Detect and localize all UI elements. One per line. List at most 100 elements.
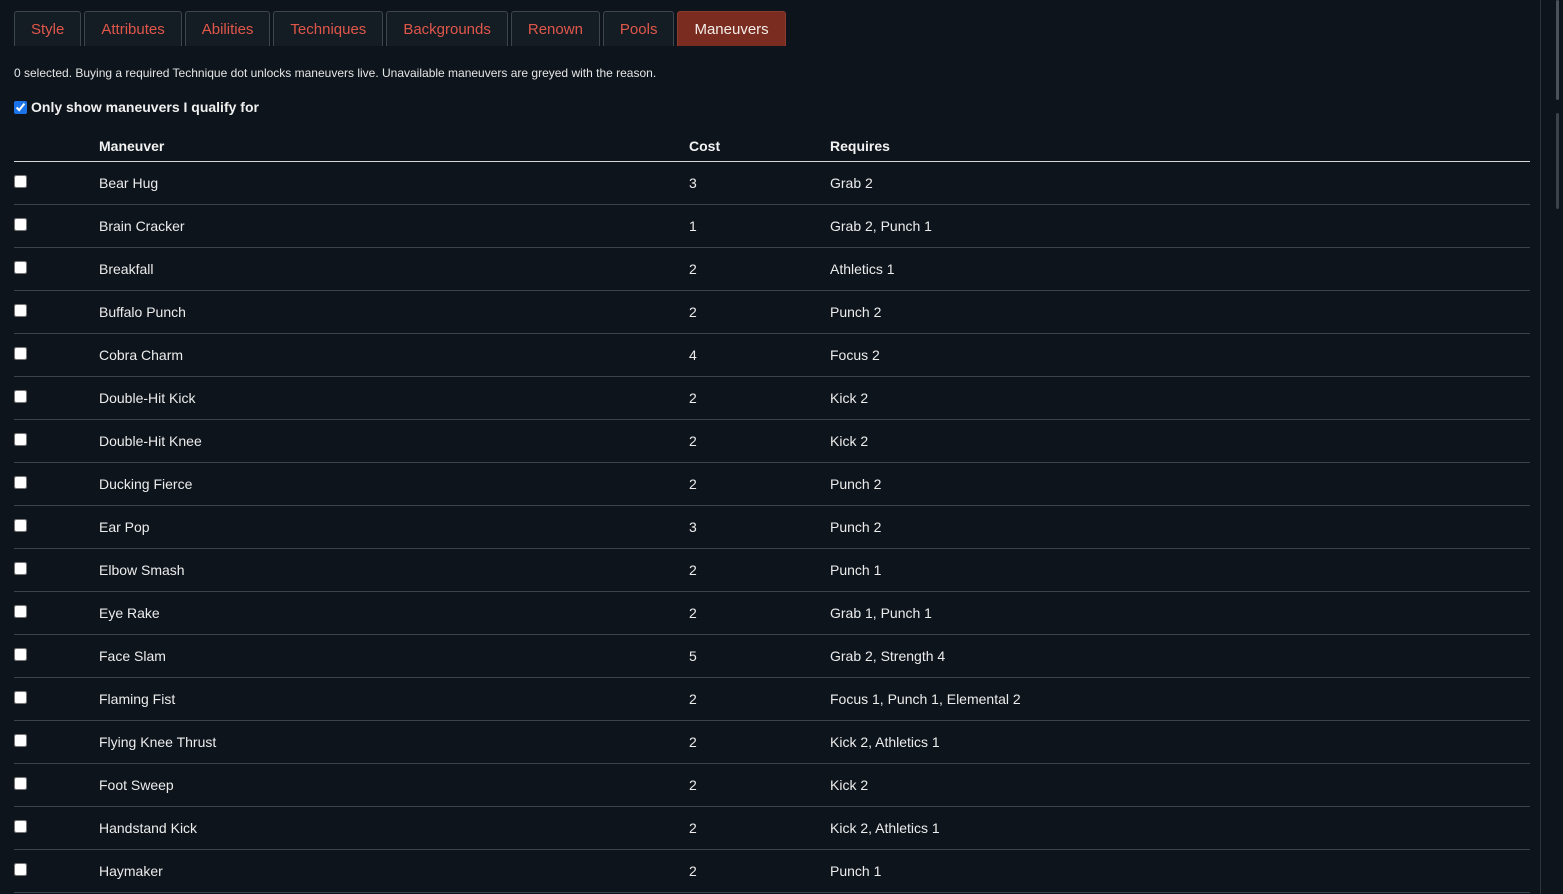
tab-attributes[interactable]: Attributes: [84, 11, 182, 46]
row-select-checkbox[interactable]: [14, 390, 27, 403]
row-select-checkbox[interactable]: [14, 734, 27, 747]
maneuver-name: Face Slam: [99, 634, 689, 678]
maneuver-name: Double-Hit Kick: [99, 376, 689, 420]
maneuver-cost: 3: [689, 505, 830, 549]
tab-style[interactable]: Style: [14, 11, 82, 46]
table-row[interactable]: Double-Hit Kick 2 Kick 2: [14, 376, 1530, 420]
row-select-checkbox[interactable]: [14, 347, 27, 360]
table-row[interactable]: Brain Cracker 1 Grab 2, Punch 1: [14, 204, 1530, 248]
table-row[interactable]: Buffalo Punch 2 Punch 2: [14, 290, 1530, 334]
maneuver-name: Flaming Fist: [99, 677, 689, 721]
tab-abilities[interactable]: Abilities: [184, 11, 271, 46]
table-row[interactable]: Haymaker 2 Punch 1: [14, 849, 1530, 893]
tab-pools[interactable]: Pools: [602, 11, 675, 46]
maneuver-cost: 4: [689, 333, 830, 377]
maneuver-name: Double-Hit Knee: [99, 419, 689, 463]
maneuver-cost: 1: [689, 204, 830, 248]
maneuver-cost: 2: [689, 763, 830, 807]
maneuver-requires: Focus 2: [830, 333, 1530, 377]
table-row[interactable]: Foot Sweep 2 Kick 2: [14, 763, 1530, 807]
maneuver-name: Flying Knee Thrust: [99, 720, 689, 764]
content-area: Style Attributes Abilities Techniques Backgr…: [14, 0, 1530, 894]
maneuver-name: Buffalo Punch: [99, 290, 689, 334]
table-row[interactable]: Flaming Fist 2 Focus 1, Punch 1, Elemental…: [14, 677, 1530, 721]
qualify-filter-checkbox[interactable]: [14, 100, 27, 114]
table-row[interactable]: Eye Rake 2 Grab 1, Punch 1: [14, 591, 1530, 635]
table-row[interactable]: Double-Hit Knee 2 Kick 2: [14, 419, 1530, 463]
maneuver-cost: 2: [689, 720, 830, 764]
maneuver-name: Eye Rake: [99, 591, 689, 635]
maneuver-name: Foot Sweep: [99, 763, 689, 807]
row-select-checkbox[interactable]: [14, 863, 27, 876]
maneuver-name: Bear Hug: [99, 161, 689, 205]
maneuver-requires: Grab 2, Punch 1: [830, 204, 1530, 248]
row-select-cell: [14, 763, 99, 807]
row-select-checkbox[interactable]: [14, 820, 27, 833]
maneuver-requires: Grab 2, Strength 4: [830, 634, 1530, 678]
qualify-filter[interactable]: Only show maneuvers I qualify for: [14, 99, 259, 115]
header-cost: Cost: [689, 130, 830, 162]
maneuver-name: Elbow Smash: [99, 548, 689, 592]
row-select-checkbox[interactable]: [14, 648, 27, 661]
maneuvers-table: Maneuver Cost Requires Bear Hug 3 Grab 2 Br…: [14, 130, 1530, 893]
tab-backgrounds[interactable]: Backgrounds: [386, 11, 508, 46]
row-select-checkbox[interactable]: [14, 562, 27, 575]
row-select-cell: [14, 419, 99, 463]
tab-maneuvers[interactable]: Maneuvers: [677, 11, 786, 46]
maneuver-cost: 2: [689, 376, 830, 420]
row-select-checkbox[interactable]: [14, 605, 27, 618]
row-select-checkbox[interactable]: [14, 261, 27, 274]
maneuver-name: Handstand Kick: [99, 806, 689, 850]
maneuver-requires: Punch 2: [830, 290, 1530, 334]
row-select-cell: [14, 634, 99, 678]
scrollbar-thumb[interactable]: [1556, 0, 1559, 100]
row-select-cell: [14, 462, 99, 506]
qualify-filter-label: Only show maneuvers I qualify for: [31, 99, 259, 115]
table-row[interactable]: Elbow Smash 2 Punch 1: [14, 548, 1530, 592]
row-select-cell: [14, 290, 99, 334]
row-select-checkbox[interactable]: [14, 691, 27, 704]
maneuver-name: Brain Cracker: [99, 204, 689, 248]
table-row[interactable]: Face Slam 5 Grab 2, Strength 4: [14, 634, 1530, 678]
selection-status: 0 selected. Buying a required Technique …: [14, 66, 657, 80]
table-row[interactable]: Ear Pop 3 Punch 2: [14, 505, 1530, 549]
maneuver-requires: Kick 2: [830, 419, 1530, 463]
maneuver-requires: Athletics 1: [830, 247, 1530, 291]
maneuver-requires: Kick 2, Athletics 1: [830, 720, 1530, 764]
maneuver-cost: 2: [689, 806, 830, 850]
row-select-checkbox[interactable]: [14, 433, 27, 446]
row-select-checkbox[interactable]: [14, 519, 27, 532]
table-row[interactable]: Cobra Charm 4 Focus 2: [14, 333, 1530, 377]
row-select-cell: [14, 677, 99, 721]
maneuver-cost: 2: [689, 419, 830, 463]
row-select-cell: [14, 505, 99, 549]
table-row[interactable]: Handstand Kick 2 Kick 2, Athletics 1: [14, 806, 1530, 850]
table-row[interactable]: Bear Hug 3 Grab 2: [14, 161, 1530, 205]
row-select-checkbox[interactable]: [14, 476, 27, 489]
maneuver-name: Ducking Fierce: [99, 462, 689, 506]
tab-techniques[interactable]: Techniques: [273, 11, 384, 46]
maneuver-name: Breakfall: [99, 247, 689, 291]
row-select-cell: [14, 591, 99, 635]
table-row[interactable]: Breakfall 2 Athletics 1: [14, 247, 1530, 291]
row-select-cell: [14, 333, 99, 377]
maneuver-requires: Kick 2, Athletics 1: [830, 806, 1530, 850]
table-row[interactable]: Flying Knee Thrust 2 Kick 2, Athletics 1: [14, 720, 1530, 764]
maneuver-cost: 2: [689, 462, 830, 506]
maneuver-cost: 2: [689, 548, 830, 592]
maneuver-name: Cobra Charm: [99, 333, 689, 377]
tab-renown[interactable]: Renown: [510, 11, 600, 46]
scrollbar-thumb-secondary[interactable]: [1556, 113, 1559, 209]
maneuver-requires: Punch 1: [830, 849, 1530, 893]
row-select-checkbox[interactable]: [14, 304, 27, 317]
tab-bar: Style Attributes Abilities Techniques Backgr…: [14, 11, 786, 46]
maneuver-cost: 3: [689, 161, 830, 205]
row-select-checkbox[interactable]: [14, 175, 27, 188]
maneuver-cost: 2: [689, 247, 830, 291]
row-select-checkbox[interactable]: [14, 218, 27, 231]
row-select-cell: [14, 376, 99, 420]
row-select-checkbox[interactable]: [14, 777, 27, 790]
table-row[interactable]: Ducking Fierce 2 Punch 2: [14, 462, 1530, 506]
table-header-row: Maneuver Cost Requires: [14, 130, 1530, 162]
row-select-cell: [14, 161, 99, 205]
